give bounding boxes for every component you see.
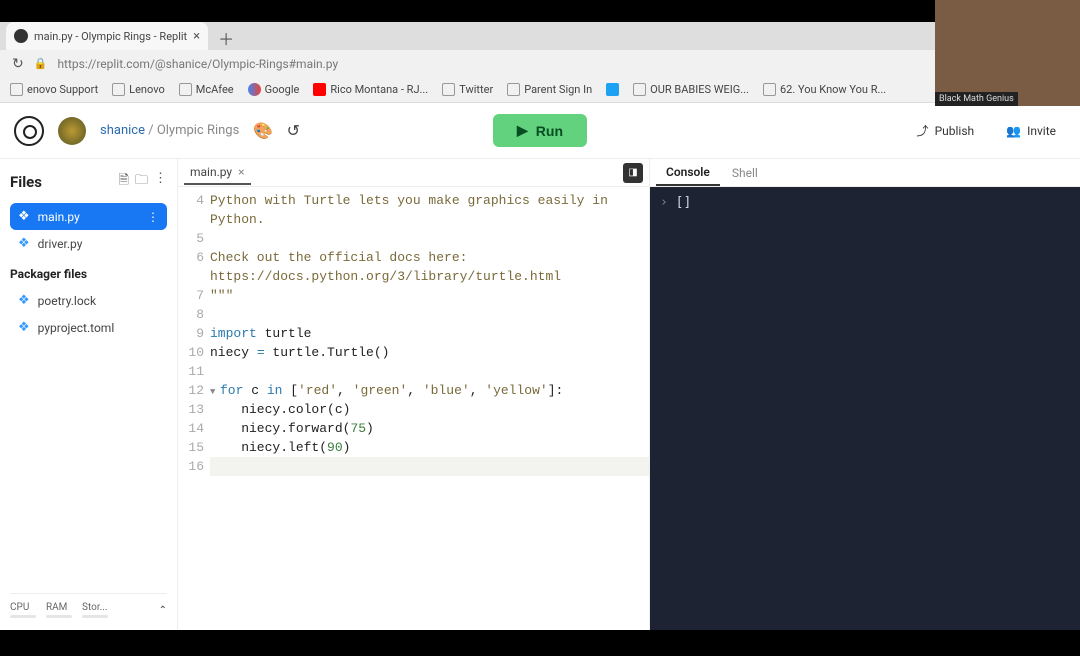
close-editor-tab-icon[interactable]: × [238,165,244,179]
line-gutter: 4 5 6 7 8 9 10 11 12 13 14 15 16 [178,191,210,630]
file-driver-py[interactable]: ❖ driver.py [10,230,167,257]
breadcrumb: shanice / Olympic Rings [100,123,239,138]
storage-monitor: Stor... [82,602,108,618]
invite-button[interactable]: 👥 Invite [996,118,1066,144]
console-prompt: › [660,195,668,210]
bookmark-favicon [442,83,455,96]
tab-title: main.py - Olympic Rings - Replit [34,30,187,43]
user-link[interactable]: shanice [100,123,145,138]
editor-tab-main-py[interactable]: main.py × [184,161,251,185]
bookmark-item[interactable]: Twitter [442,83,493,96]
editor-tabs: main.py × ◨ [178,159,649,187]
bookmark-favicon [248,83,261,96]
python-file-icon: ❖ [18,209,30,224]
package-file-icon: ❖ [18,320,30,335]
bookmark-favicon [507,83,520,96]
letterbox-top [0,0,935,22]
files-actions: 🗎 🗀 ⋮ [119,171,167,193]
bookmarks-bar: enovo Support Lenovo McAfee Google Rico Mont… [0,77,1080,103]
console-output[interactable]: › [] [650,187,1080,630]
files-sidebar: Files 🗎 🗀 ⋮ ❖ main.py ⋮ ❖ driver.py Pack… [0,159,178,630]
bookmark-favicon [112,83,125,96]
lock-icon[interactable]: 🔒 [34,57,48,70]
publish-button[interactable]: ⤴ Publish [907,116,985,145]
new-tab-button[interactable]: ＋ [214,26,238,50]
project-name[interactable]: Olympic Rings [157,123,240,138]
browser-chrome: main.py - Olympic Rings - Replit × ＋ ↻ 🔒… [0,22,1080,77]
tab-console[interactable]: Console [656,160,720,186]
header-project-icons: 🎨 ↺ [253,121,303,141]
new-file-icon[interactable]: 🗎 [119,171,129,193]
letterbox-bottom [0,630,1080,656]
cpu-monitor: CPU [10,602,36,618]
output-tabs: Console Shell [650,159,1080,187]
bookmark-favicon [633,83,646,96]
file-poetry-lock[interactable]: ❖ poetry.lock [10,287,167,314]
history-icon[interactable]: ↺ [283,121,303,141]
packager-section: Packager files [10,267,167,281]
output-panel: Console Shell › [] [650,159,1080,630]
bookmark-item[interactable]: OUR BABIES WEIG... [633,83,749,96]
replit-app: shanice / Olympic Rings 🎨 ↺ ▶ Run ⤴ Publ… [0,103,1080,630]
files-title: Files [10,173,42,191]
layout-toggle-icon[interactable]: ◨ [623,163,643,183]
code-area[interactable]: 4 5 6 7 8 9 10 11 12 13 14 15 16 [178,187,649,630]
more-icon[interactable]: ⋮ [154,171,167,193]
bookmark-item[interactable]: 62. You Know You R... [763,83,886,96]
run-label: Run [536,123,563,139]
close-tab-icon[interactable]: × [193,29,200,44]
file-menu-icon[interactable]: ⋮ [147,210,159,224]
header-right: ⤴ Publish 👥 Invite [907,116,1066,145]
tab-shell[interactable]: Shell [722,161,768,185]
bookmark-item[interactable]: Lenovo [112,83,165,96]
file-pyproject-toml[interactable]: ❖ pyproject.toml [10,314,167,341]
run-button[interactable]: ▶ Run [493,114,587,147]
replit-logo-icon[interactable] [14,116,44,146]
bookmark-item[interactable]: enovo Support [10,83,98,96]
bookmark-item[interactable]: Google [248,83,300,96]
webcam-overlay: Black Math Genius [935,0,1080,106]
bookmark-favicon [179,83,192,96]
upload-icon: ⤴ [917,122,929,139]
address-bar-row: ↻ 🔒 https://replit.com/@shanice/Olympic-… [0,50,1080,77]
address-url[interactable]: https://replit.com/@shanice/Olympic-Ring… [57,57,999,71]
webcam-name-tag: Black Math Genius [935,92,1018,106]
code-lines[interactable]: Python with Turtle lets you make graphic… [210,191,649,630]
ram-monitor: RAM [46,602,72,618]
bookmark-item[interactable]: Rico Montana - RJ... [313,83,428,96]
bookmark-favicon [763,83,776,96]
bookmark-item[interactable] [606,83,619,96]
files-header: Files 🗎 🗀 ⋮ [10,171,167,193]
resource-monitor[interactable]: CPU RAM Stor... ⌃ [10,593,167,618]
invite-icon: 👥 [1006,124,1021,138]
avatar[interactable] [58,117,86,145]
reload-icon[interactable]: ↻ [12,56,24,72]
browser-tab-strip: main.py - Olympic Rings - Replit × ＋ [0,22,1080,50]
bookmark-item[interactable]: Parent Sign In [507,83,592,96]
python-file-icon: ❖ [18,236,30,251]
file-main-py[interactable]: ❖ main.py ⋮ [10,203,167,230]
code-editor: main.py × ◨ 4 5 6 7 8 9 10 11 12 [178,159,650,630]
app-header: shanice / Olympic Rings 🎨 ↺ ▶ Run ⤴ Publ… [0,103,1080,159]
replit-favicon [14,29,28,43]
bookmark-item[interactable]: McAfee [179,83,234,96]
play-icon: ▶ [517,122,528,139]
chevron-up-icon[interactable]: ⌃ [159,605,167,616]
package-file-icon: ❖ [18,293,30,308]
bookmark-favicon [606,83,619,96]
bookmark-favicon [313,83,326,96]
bookmark-favicon [10,83,23,96]
new-folder-icon[interactable]: 🗀 [135,171,148,193]
console-cursor: [] [676,195,692,210]
browser-tab[interactable]: main.py - Olympic Rings - Replit × [6,22,208,50]
app-body: Files 🗎 🗀 ⋮ ❖ main.py ⋮ ❖ driver.py Pack… [0,159,1080,630]
palette-icon[interactable]: 🎨 [253,121,273,141]
